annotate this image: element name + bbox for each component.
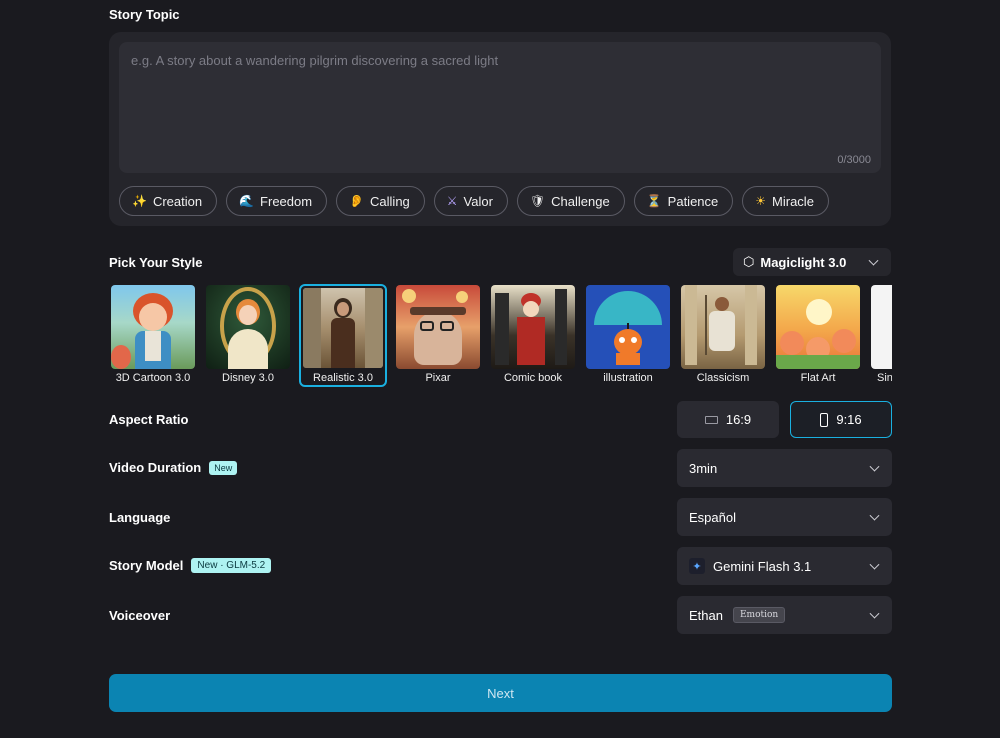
language-label: Language	[109, 510, 170, 525]
style-card-disney[interactable]: Disney 3.0	[204, 284, 292, 388]
style-card-flat-art[interactable]: Flat Art	[774, 284, 862, 388]
style-card-realistic[interactable]: Realistic 3.0	[299, 284, 387, 388]
ratio-9-16-button[interactable]: 9:16	[790, 401, 892, 438]
ratio-16-9-button[interactable]: 16:9	[677, 401, 779, 438]
crossed-swords-icon: ⚔	[446, 194, 458, 208]
story-model-text: Story Model	[109, 558, 184, 573]
video-duration-text: Video Duration	[109, 460, 202, 475]
story-topic-panel: e.g. A story about a wandering pilgrim d…	[109, 32, 891, 226]
sparkles-icon: ✨	[132, 194, 147, 208]
style-thumbnail	[871, 285, 892, 369]
style-thumbnail	[681, 285, 765, 369]
language-text: Language	[109, 510, 171, 525]
ratio-label: 16:9	[725, 412, 752, 427]
style-thumbnail	[206, 285, 290, 369]
style-card-comic-book[interactable]: Comic book	[489, 284, 577, 388]
voiceover-text: Voiceover	[109, 608, 171, 623]
style-card-3d-cartoon[interactable]: 3D Cartoon 3.0	[109, 284, 197, 388]
chip-label: Calling	[370, 193, 410, 209]
voiceover-value: Ethan	[689, 607, 723, 623]
voiceover-select[interactable]: Ethan Emotion	[677, 596, 892, 634]
hourglass-icon: ⏳	[646, 194, 662, 208]
chip-patience[interactable]: ⏳ Patience	[633, 186, 734, 216]
style-name: Sin	[877, 372, 892, 384]
chip-valor[interactable]: ⚔ Valor	[433, 186, 508, 216]
story-topic-placeholder: e.g. A story about a wandering pilgrim d…	[131, 53, 499, 68]
story-model-label: Story Model New · GLM-5.2	[109, 558, 272, 573]
chevron-down-icon	[869, 608, 880, 619]
chip-label: Miracle	[772, 193, 814, 209]
style-thumbnail	[776, 285, 860, 369]
cube-icon: ⬡	[743, 254, 755, 269]
voiceover-label: Voiceover	[109, 608, 170, 623]
story-topic-input[interactable]: e.g. A story about a wandering pilgrim d…	[119, 42, 881, 173]
video-duration-value: 3min	[689, 460, 718, 476]
style-name: Pixar	[425, 372, 451, 384]
ear-icon: 👂	[349, 194, 365, 208]
chip-label: Patience	[667, 193, 719, 209]
chip-challenge[interactable]: 🛡 Challenge	[516, 186, 625, 216]
sun-icon: ☀	[755, 194, 767, 208]
new-badge: New	[209, 460, 238, 475]
style-card-classicism[interactable]: Classicism	[679, 284, 767, 388]
shield-icon: 🛡	[529, 194, 546, 208]
next-label: Next	[487, 685, 514, 701]
pick-style-label: Pick Your Style	[109, 255, 203, 270]
story-model-value: Gemini Flash 3.1	[713, 558, 812, 574]
chip-label: Freedom	[260, 193, 313, 209]
style-name: Flat Art	[800, 372, 836, 384]
style-gallery: 3D Cartoon 3.0 Disney 3.0 Realistic 3.0	[109, 284, 892, 388]
chip-freedom[interactable]: 🌊 Freedom	[226, 186, 328, 216]
model-badge: New · GLM-5.2	[191, 558, 272, 573]
chip-calling[interactable]: 👂 Calling	[336, 186, 425, 216]
style-name: 3D Cartoon 3.0	[115, 372, 191, 384]
chip-creation[interactable]: ✨ Creation	[119, 186, 218, 216]
char-count: 0/3000	[837, 154, 871, 166]
topic-chips: ✨ Creation 🌊 Freedom 👂 Calling ⚔ Valor 🛡…	[119, 186, 829, 216]
style-name: illustration	[603, 372, 653, 384]
aspect-ratio-text: Aspect Ratio	[109, 412, 189, 427]
ratio-label: 9:16	[836, 412, 862, 427]
chevron-down-icon	[869, 461, 880, 472]
language-select[interactable]: Español	[677, 498, 892, 536]
style-name: Realistic 3.0	[313, 372, 373, 384]
emotion-tag: Emotion	[732, 607, 786, 623]
style-name: Disney 3.0	[222, 372, 274, 384]
video-duration-select[interactable]: 3min	[677, 449, 892, 487]
story-topic-label: Story Topic	[109, 7, 180, 22]
wave-icon: 🌊	[239, 194, 255, 208]
video-duration-label: Video Duration New	[109, 460, 238, 475]
style-model-select[interactable]: ⬡ Magiclight 3.0	[733, 248, 891, 276]
style-thumbnail	[491, 285, 575, 369]
chevron-down-icon	[869, 510, 880, 521]
style-card-sin[interactable]: Sin	[869, 284, 892, 388]
style-thumbnail	[396, 285, 480, 369]
style-card-illustration[interactable]: illustration	[584, 284, 672, 388]
landscape-icon	[704, 415, 718, 424]
style-thumbnail	[586, 285, 670, 369]
aspect-ratio-label: Aspect Ratio	[109, 412, 188, 427]
style-name: Classicism	[696, 372, 750, 384]
chip-label: Valor	[463, 193, 493, 209]
chevron-down-icon	[869, 559, 880, 570]
style-name: Comic book	[503, 372, 563, 384]
gemini-icon: ✦	[689, 558, 705, 574]
chip-label: Creation	[152, 193, 203, 209]
story-model-select[interactable]: ✦ Gemini Flash 3.1	[677, 547, 892, 585]
style-thumbnail	[111, 285, 195, 369]
language-value: Español	[689, 509, 736, 525]
style-card-pixar[interactable]: Pixar	[394, 284, 482, 388]
style-model-value: Magiclight 3.0	[760, 254, 847, 270]
chevron-down-icon	[868, 255, 879, 266]
chip-miracle[interactable]: ☀ Miracle	[742, 186, 829, 216]
chip-label: Challenge	[551, 193, 610, 209]
next-button[interactable]: Next	[109, 674, 892, 712]
portrait-icon	[820, 412, 829, 427]
